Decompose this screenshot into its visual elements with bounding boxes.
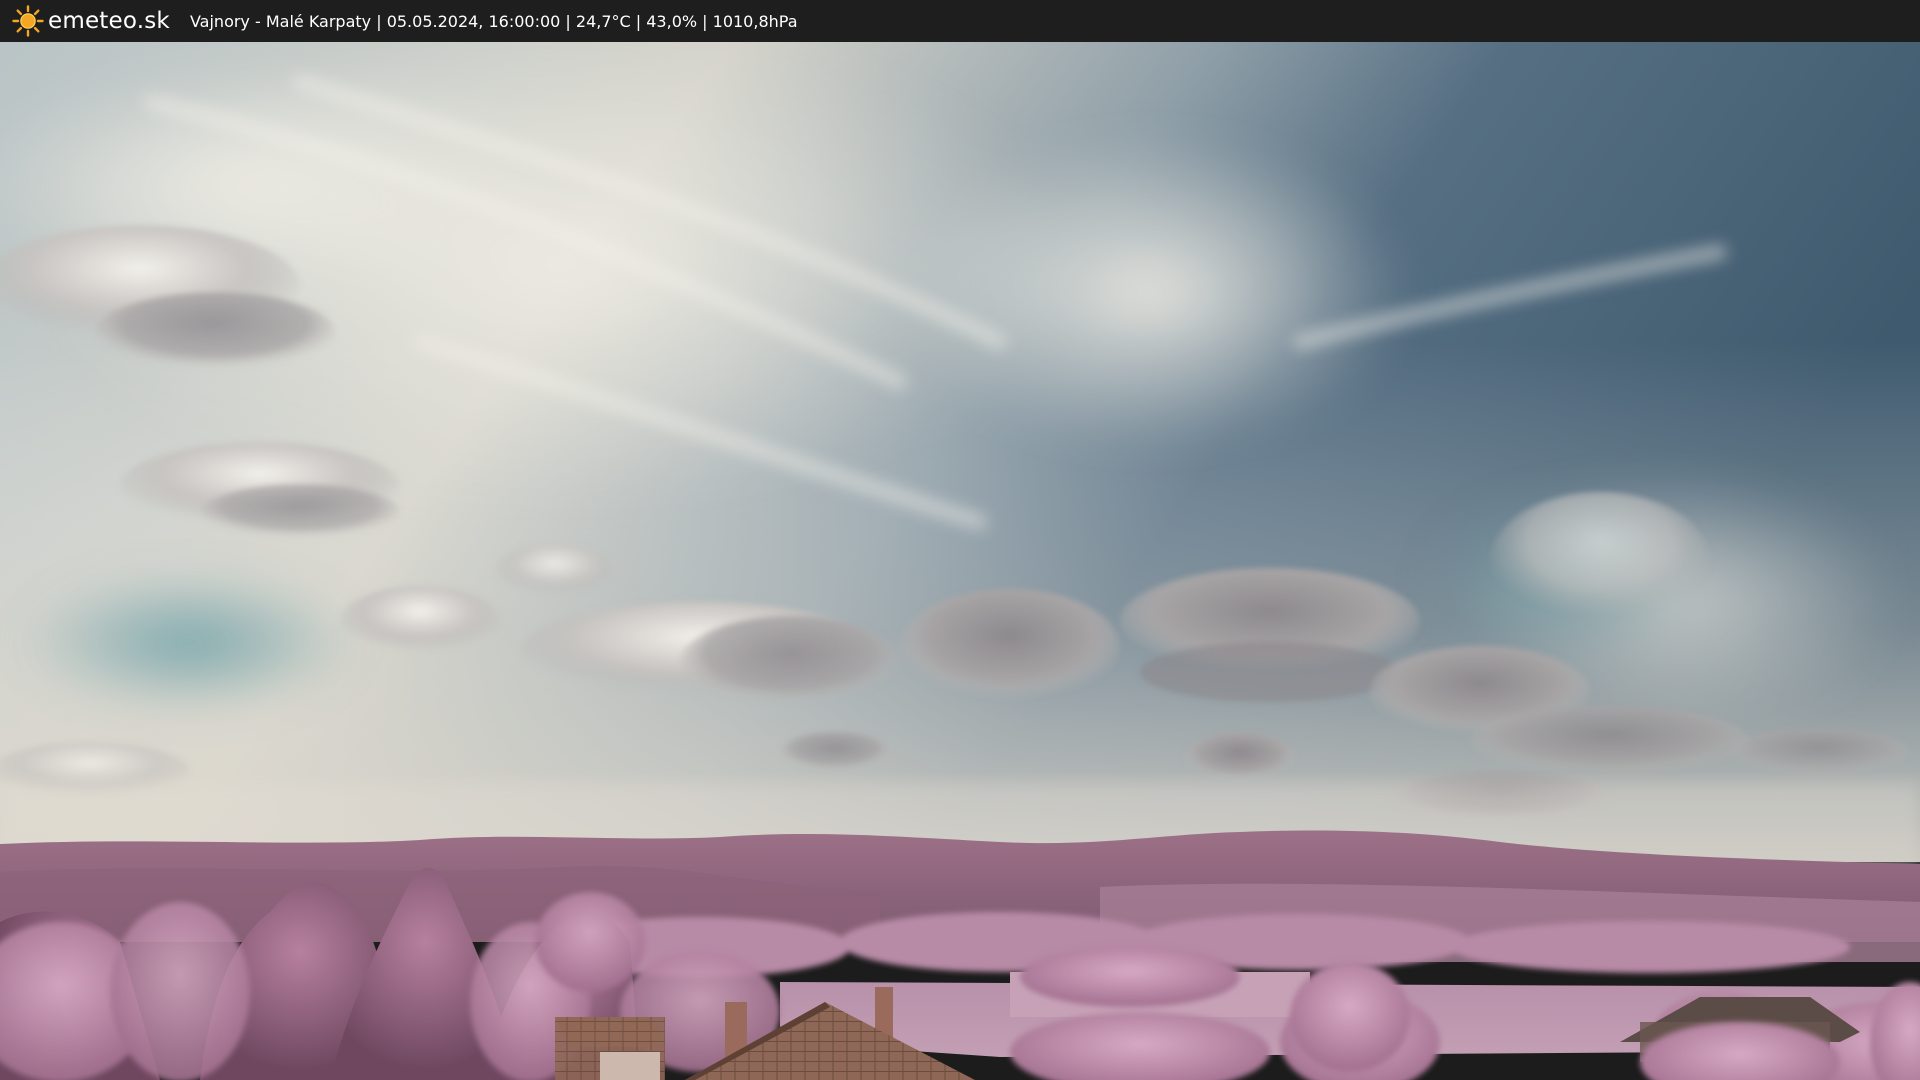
header-bar: emeteo.sk Vajnory - Malé Karpaty | 05.05… bbox=[0, 0, 1920, 42]
sun-icon bbox=[12, 5, 44, 37]
site-logo[interactable]: emeteo.sk bbox=[12, 0, 170, 42]
station-caption: Vajnory - Malé Karpaty | 05.05.2024, 16:… bbox=[189, 11, 798, 31]
brand-name[interactable]: emeteo.sk bbox=[48, 8, 170, 34]
webcam-landscape-image bbox=[0, 42, 1920, 1080]
webcam-page: emeteo.sk Vajnory - Malé Karpaty | 05.05… bbox=[0, 0, 1920, 1080]
